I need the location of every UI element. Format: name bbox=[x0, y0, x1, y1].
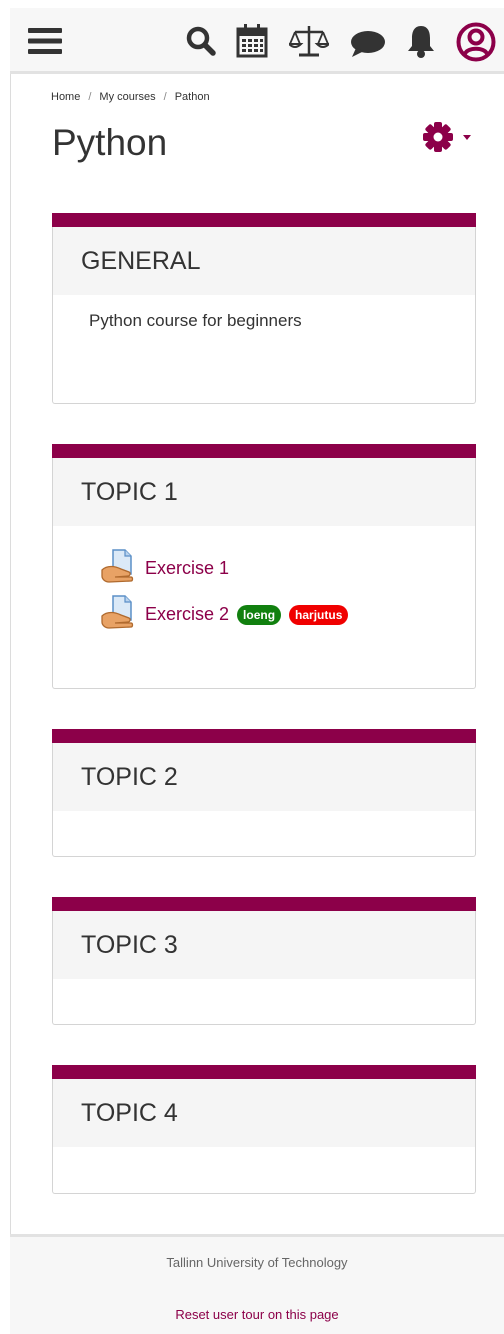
chat-icon[interactable] bbox=[350, 30, 386, 63]
page-title: Python bbox=[52, 122, 168, 163]
section-topic-4: TOPIC 4 bbox=[52, 1065, 476, 1194]
section-accent-bar bbox=[52, 729, 476, 743]
assignment-icon bbox=[101, 548, 137, 589]
footer-organization: Tallinn University of Technology bbox=[166, 1255, 348, 1270]
activity-link[interactable]: Exercise 1 bbox=[145, 558, 229, 579]
breadcrumb-home[interactable]: Home bbox=[51, 91, 80, 103]
section-accent-bar bbox=[52, 897, 476, 911]
section-title: GENERAL bbox=[53, 227, 475, 295]
breadcrumb-current[interactable]: Pathon bbox=[175, 91, 210, 103]
page-content: Home / My courses / Pathon Python GENERAL Py… bbox=[10, 74, 504, 1238]
page-footer: Tallinn University of Technology Reset u… bbox=[10, 1234, 504, 1334]
section-accent-bar bbox=[52, 213, 476, 227]
section-summary: Python course for beginners bbox=[89, 311, 302, 330]
section-topic-1: TOPIC 1 Exercise 1 Exercise 2 loeng harj… bbox=[52, 444, 476, 689]
search-icon[interactable] bbox=[186, 26, 216, 61]
section-title: TOPIC 1 bbox=[53, 458, 475, 526]
user-avatar-icon[interactable] bbox=[456, 22, 496, 67]
scales-icon[interactable] bbox=[286, 24, 332, 63]
bell-icon[interactable] bbox=[406, 24, 436, 63]
section-title: TOPIC 3 bbox=[53, 911, 475, 979]
activity-exercise-1[interactable]: Exercise 1 bbox=[101, 548, 229, 589]
activity-link[interactable]: Exercise 2 bbox=[145, 604, 229, 625]
section-general: GENERAL Python course for beginners bbox=[52, 213, 476, 404]
section-title: TOPIC 2 bbox=[53, 743, 475, 811]
section-topic-2: TOPIC 2 bbox=[52, 729, 476, 857]
breadcrumb-my-courses[interactable]: My courses bbox=[99, 91, 155, 103]
tag-badge: loeng bbox=[237, 604, 282, 625]
menu-icon[interactable] bbox=[28, 28, 62, 59]
top-navbar bbox=[10, 8, 504, 74]
assignment-icon bbox=[101, 594, 137, 635]
section-accent-bar bbox=[52, 444, 476, 458]
section-topic-3: TOPIC 3 bbox=[52, 897, 476, 1025]
gear-icon[interactable] bbox=[423, 122, 477, 159]
calendar-icon[interactable] bbox=[236, 24, 268, 63]
breadcrumb: Home / My courses / Pathon bbox=[51, 91, 210, 103]
reset-tour-link[interactable]: Reset user tour on this page bbox=[10, 1307, 504, 1322]
activity-exercise-2[interactable]: Exercise 2 loeng harjutus bbox=[101, 594, 349, 635]
section-accent-bar bbox=[52, 1065, 476, 1079]
tag-badge: harjutus bbox=[289, 604, 349, 625]
section-title: TOPIC 4 bbox=[53, 1079, 475, 1147]
